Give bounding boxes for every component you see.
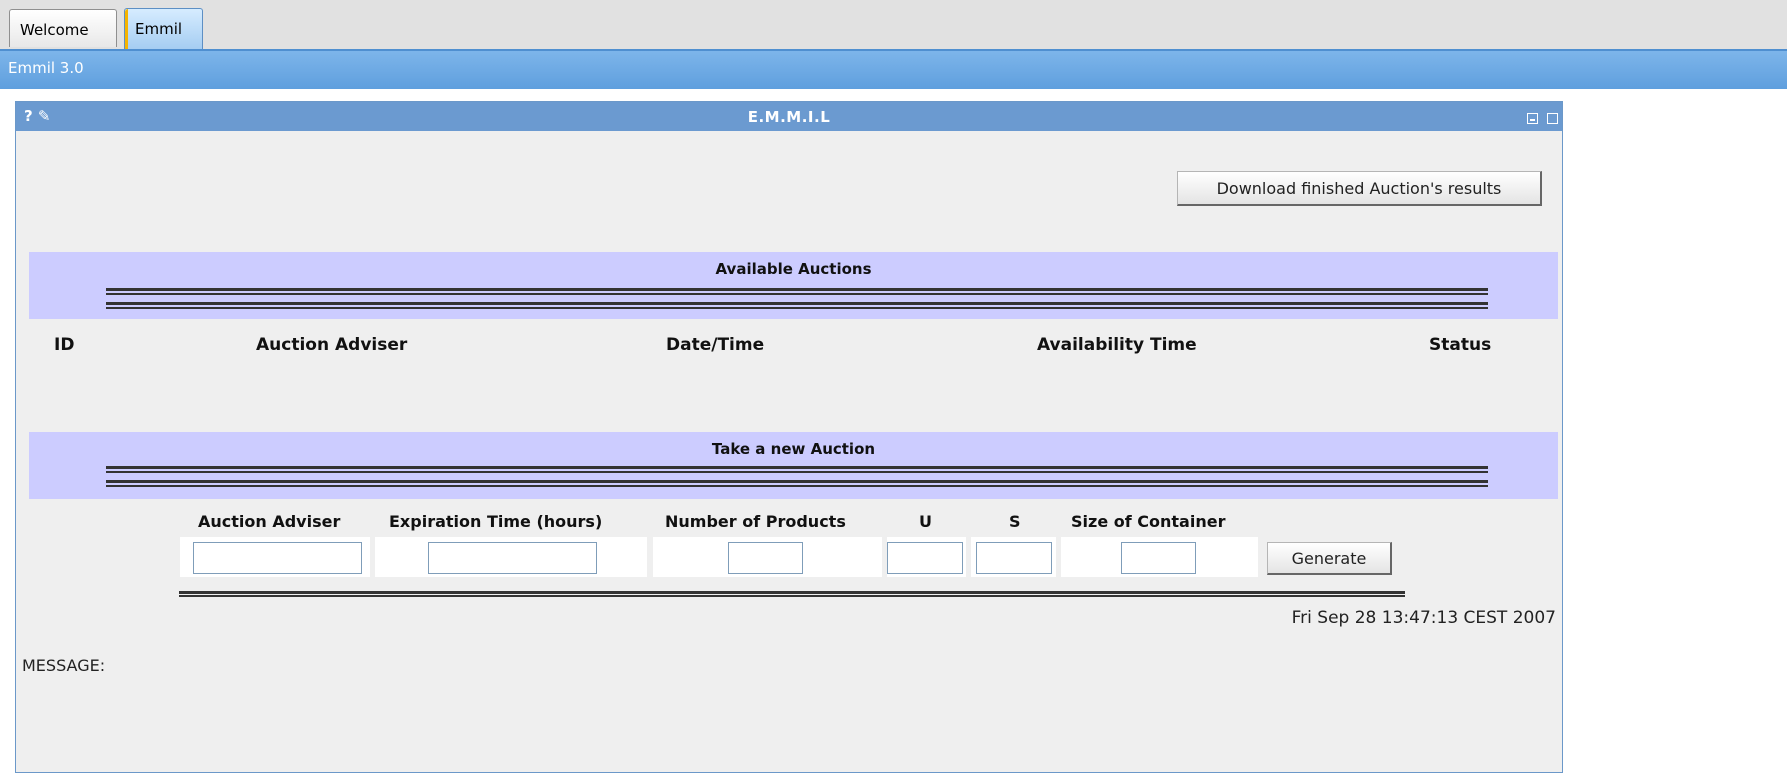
expiration-time-input[interactable] xyxy=(428,542,597,574)
divider xyxy=(106,302,1488,309)
label-auction-adviser: Auction Adviser xyxy=(198,512,341,531)
panel-header: ? ✎ E.M.M.I.L xyxy=(16,102,1562,131)
panel-title: E.M.M.I.L xyxy=(747,108,831,126)
auction-adviser-input[interactable] xyxy=(193,542,362,574)
col-id: ID xyxy=(54,335,75,355)
message-label: MESSAGE: xyxy=(22,656,106,675)
col-date-time: Date/Time xyxy=(666,335,765,355)
size-of-container-input[interactable] xyxy=(1121,542,1196,574)
divider xyxy=(106,480,1488,487)
label-s: S xyxy=(1009,512,1021,531)
tab-emmil[interactable]: Emmil xyxy=(124,8,203,49)
new-auction-band: Take a new Auction xyxy=(29,432,1558,499)
available-auctions-title: Available Auctions xyxy=(715,260,872,278)
tab-bar: Welcome Emmil xyxy=(0,0,1787,49)
window-controls xyxy=(1523,109,1558,128)
divider xyxy=(179,591,1405,597)
new-auction-title: Take a new Auction xyxy=(711,440,876,458)
label-size-of-container: Size of Container xyxy=(1071,512,1226,531)
download-results-button[interactable]: Download finished Auction's results xyxy=(1177,171,1542,206)
divider xyxy=(106,288,1488,295)
label-number-of-products: Number of Products xyxy=(665,512,846,531)
maximize-icon[interactable] xyxy=(1547,113,1558,124)
app-title-bar: Emmil 3.0 xyxy=(0,49,1787,89)
tab-welcome[interactable]: Welcome xyxy=(9,9,117,47)
col-auction-adviser: Auction Adviser xyxy=(256,335,408,355)
minimize-icon[interactable] xyxy=(1526,113,1538,124)
col-availability-time: Availability Time xyxy=(1037,335,1197,355)
available-auctions-band: Available Auctions xyxy=(29,252,1558,319)
number-of-products-input[interactable] xyxy=(728,542,803,574)
generate-button[interactable]: Generate xyxy=(1267,542,1392,575)
current-datetime: Fri Sep 28 13:47:13 CEST 2007 xyxy=(1291,608,1556,628)
label-expiration-time: Expiration Time (hours) xyxy=(389,512,603,531)
col-status: Status xyxy=(1429,335,1492,355)
label-u: U xyxy=(919,512,932,531)
emmil-portlet: ? ✎ E.M.M.I.L Download finished Auction'… xyxy=(15,101,1563,773)
u-input[interactable] xyxy=(887,542,963,574)
app-title: Emmil 3.0 xyxy=(8,59,84,77)
s-input[interactable] xyxy=(976,542,1052,574)
divider xyxy=(106,466,1488,473)
